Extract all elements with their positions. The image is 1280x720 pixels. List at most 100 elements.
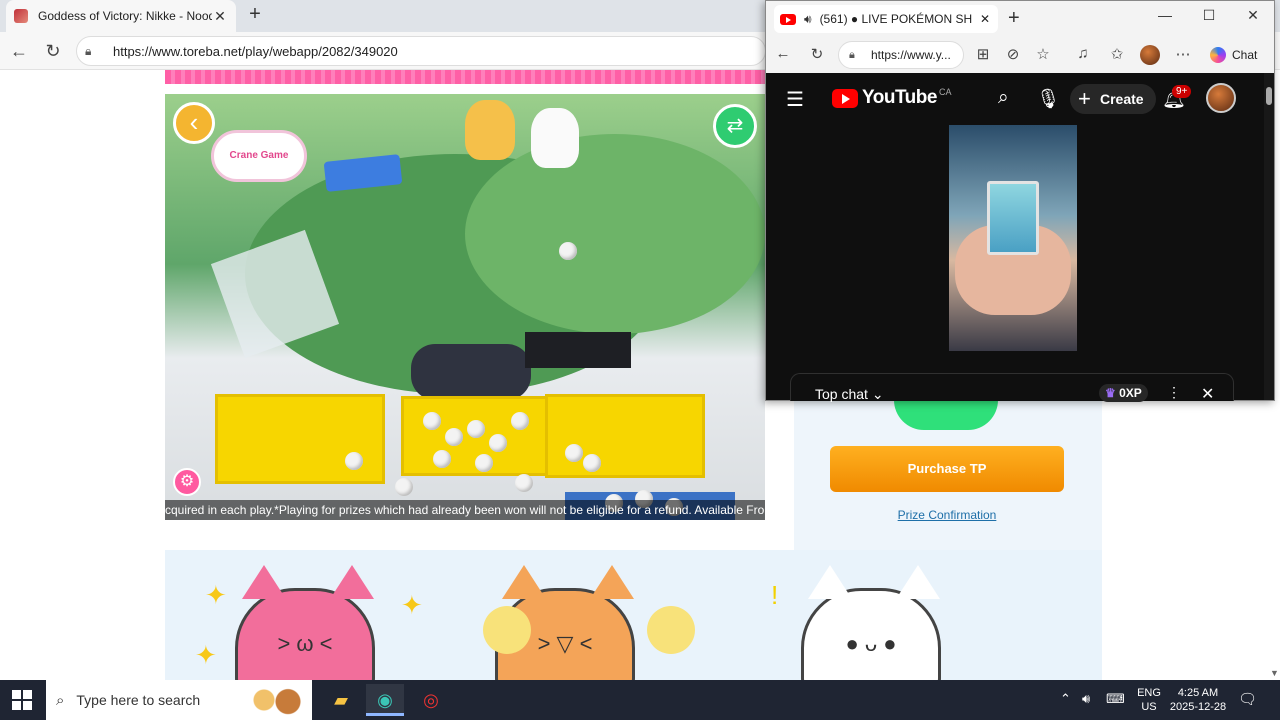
app-grid-icon[interactable]: ⊞ [972,45,994,63]
copilot-chat-button[interactable]: Chat [1206,43,1272,67]
search-highlight-doodle-icon [246,684,306,716]
ball [559,242,577,260]
speaker-icon[interactable]: 🔊︎ [804,12,812,27]
live-video-player[interactable] [949,125,1077,351]
xp-label: 0XP [1119,386,1142,400]
gear-icon[interactable]: ⚙ [173,468,201,496]
more-menu-icon[interactable]: ⋯ [1172,45,1194,63]
cat-ear [502,565,546,599]
scroll-down-arrow-icon[interactable]: ▼ [1270,668,1279,678]
play-button-partial[interactable] [894,400,998,430]
youtube-address-bar[interactable]: 🔒︎ https://www.y... [838,41,964,69]
copilot-icon [1210,47,1226,63]
address-bar[interactable]: 🔒︎ https://www.toreba.net/play/webapp/20… [76,36,766,66]
pokemon-card-image [987,181,1039,255]
favorite-star-icon[interactable]: ☆ [1032,45,1054,63]
white-cat-icon: ● ᴗ ● [801,565,941,680]
new-tab-button[interactable]: + [1008,7,1020,30]
ball [395,478,413,496]
hamburger-menu-icon[interactable]: ☰ [786,87,804,112]
search-icon[interactable]: ⌕ [998,87,1009,109]
youtube-logo[interactable]: YouTube CA [832,87,951,109]
ball [515,474,533,492]
copilot-chat-label: Chat [1232,48,1258,62]
keyboard-icon[interactable]: ⌨ [1106,691,1125,707]
language-indicator[interactable]: ENG US [1136,686,1162,714]
taskbar-search-box[interactable]: ⌕ Type here to search [46,680,312,720]
gem-icon: ♛ [1105,386,1116,400]
cat-ear [590,565,634,599]
site-info-icon[interactable]: 🔒︎ [85,44,103,59]
background-hill-right [465,134,765,334]
maximize-icon[interactable]: ☐ [1194,7,1224,24]
top-chat-dropdown[interactable]: Top chat ⌄ [815,386,884,403]
close-chat-icon[interactable]: ✕ [1201,384,1214,404]
read-aloud-icon[interactable]: ♫ [1072,45,1094,62]
back-arrow-icon[interactable]: ← [6,38,32,64]
notification-badge: 9+ [1172,85,1192,98]
youtube-toolbar: ← ↻ 🔒︎ https://www.y... ⊞ ⊘ ☆ ♫ ✩ ⋯ Chat [766,37,1274,73]
volume-icon[interactable]: 🔊︎ [1082,691,1090,707]
youtube-scrollbar[interactable] [1264,73,1274,400]
exclamation-icon: ! [771,580,779,610]
star-icon: ✦ [205,580,227,610]
chat-more-icon[interactable]: ⋮ [1167,384,1181,401]
purchase-tp-button[interactable]: Purchase TP [830,446,1064,492]
profile-avatar[interactable] [1140,45,1160,65]
ball [475,454,493,472]
cat-face: ● ᴗ ● [845,631,897,656]
microphone-icon[interactable]: 🎙︎ [1036,87,1060,111]
youtube-tab-title: (561) ● LIVE POKÉMON SH [819,12,973,26]
new-tab-button[interactable]: + [244,4,266,26]
reload-icon[interactable]: ↻ [40,38,66,64]
close-window-icon[interactable]: ✕ [1238,7,1268,24]
close-tab-icon[interactable]: ✕ [978,12,992,26]
ball [423,412,441,430]
file-explorer-icon[interactable]: ▰ [322,684,360,716]
country-code: CA [938,87,952,97]
clock-date: 2025-12-28 [1169,701,1227,713]
language-code: ENG [1137,687,1161,699]
live-chat-header: Top chat ⌄ ♛ 0XP ⋮ ✕ [790,373,1234,404]
camera-switch-icon[interactable]: ⇄ [713,104,757,148]
game-video[interactable]: Crane Game ‹ ⇄ ⚙ cquired in each play.*P… [165,94,765,520]
cat-ear [242,565,286,599]
star-icon: ✦ [195,640,217,670]
prize-plate [411,344,531,400]
show-hidden-icons-icon[interactable]: ⌃ [1060,691,1071,707]
taskbar-search-placeholder: Type here to search [76,692,201,708]
scroll-thumb[interactable] [1266,87,1272,105]
close-tab-icon[interactable]: ✕ [212,8,228,25]
action-center-icon[interactable]: 🗨︎ [1238,690,1257,708]
dark-tile [525,332,631,368]
youtube-favicon-icon [780,13,796,25]
obs-recorder-icon[interactable]: ◎ [412,684,450,716]
back-arrow-icon[interactable]: ← [772,45,794,62]
windows-taskbar: ⌕ Type here to search ▰ ◉ ◎ ⌃ 🔊︎ ⌨ ENG U… [0,680,1280,720]
prize-confirmation-link[interactable]: Prize Confirmation [794,508,1100,522]
ball [511,412,529,430]
tab-nikke[interactable]: Goddess of Victory: Nikke - Nood ✕ [6,0,236,32]
favorites-icon[interactable]: ✩ [1106,45,1128,63]
create-label: Create [1100,91,1144,107]
xp-badge[interactable]: ♛ 0XP [1099,384,1148,402]
system-clock[interactable]: 4:25 AM 2025-12-28 [1166,686,1230,714]
youtube-tab-strip: 🔊︎ (561) ● LIVE POKÉMON SH ✕ + — ☐ ✕ [766,1,1274,37]
tracking-prevention-icon[interactable]: ⊘ [1002,45,1024,63]
create-button[interactable]: + Create [1070,84,1156,114]
minimize-icon[interactable]: — [1150,7,1180,23]
yellow-tray-left [215,394,385,484]
reload-icon[interactable]: ↻ [806,45,828,63]
site-info-icon[interactable]: 🔒︎ [849,42,855,68]
windows-start-icon[interactable] [12,690,32,710]
account-avatar[interactable] [1206,83,1236,113]
white-cat-figure-icon [531,108,579,168]
edge-browser-icon[interactable]: ◉ [366,684,404,716]
back-arrow-icon[interactable]: ‹ [173,102,215,144]
youtube-play-icon [832,88,858,108]
tab-youtube-live[interactable]: 🔊︎ (561) ● LIVE POKÉMON SH ✕ [774,5,998,33]
crane-game-logo: Crane Game [211,130,307,182]
ball [345,452,363,470]
region-code: US [1141,701,1157,713]
clock-time: 4:25 AM [1177,687,1219,699]
